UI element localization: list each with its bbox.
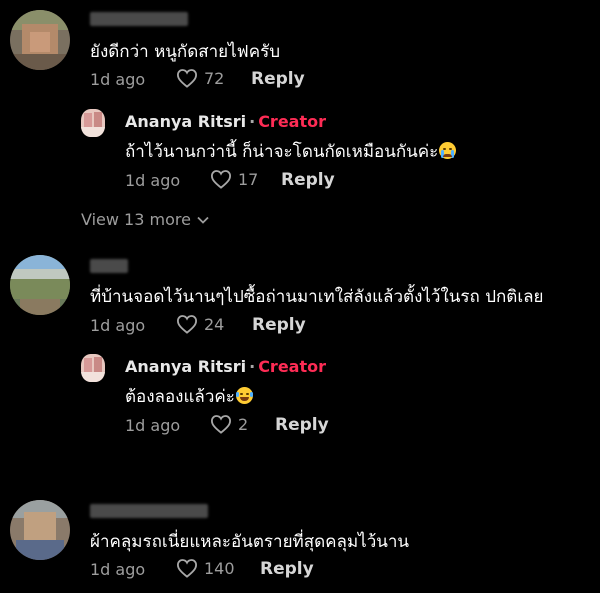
laughing-tears-emoji — [235, 387, 253, 404]
view-more-replies-button[interactable]: View 13 more — [81, 210, 209, 229]
reply-text: ถ้าไว้นานกว่านี้ ก็น่าจะโดนกัดเหมือนกันค… — [125, 142, 439, 162]
heart-icon — [210, 415, 232, 434]
comment-1: ยังดีกว่า หนูกัดสายไฟครับ 1d ago 72 Repl… — [0, 0, 600, 200]
reply-time: 1d ago — [125, 171, 181, 190]
name-separator: · — [249, 357, 256, 376]
reply-button[interactable]: Reply — [275, 415, 329, 435]
comment-text: ที่บ้านจอดไว้นานๆไปซื้อถ่านมาเทใส่ลังแล้… — [90, 287, 544, 307]
creator-badge: Creator — [258, 112, 326, 131]
like-button[interactable]: 24 — [176, 314, 224, 334]
chevron-down-icon — [197, 216, 209, 224]
creator-badge: Creator — [258, 357, 326, 376]
reply-like-button[interactable]: 17 — [210, 169, 258, 189]
view-more-label: View 13 more — [81, 210, 191, 229]
comment-2: ที่บ้านจอดไว้นานๆไปซื้อถ่านมาเทใส่ลังแล้… — [0, 245, 600, 445]
heart-icon — [176, 559, 198, 578]
commenter-name-blurred[interactable] — [90, 12, 188, 26]
reply-like-button[interactable]: 2 — [210, 414, 248, 434]
reply-button[interactable]: Reply — [281, 170, 335, 190]
reply-text: ต้องลองแล้วค่ะ — [125, 387, 235, 407]
commenter-name-blurred[interactable] — [90, 504, 208, 518]
reply-button[interactable]: Reply — [252, 315, 306, 335]
like-count: 2 — [238, 414, 249, 434]
creator-name-line: Ananya Ritsri · Creator — [125, 112, 326, 131]
creator-avatar[interactable] — [81, 109, 105, 137]
comment-3: ผ้าคลุมรถเนี่ยแหละอันตรายที่สุดคลุมไว้นา… — [0, 490, 600, 593]
like-count: 72 — [204, 68, 225, 88]
creator-name[interactable]: Ananya Ritsri — [125, 112, 246, 131]
comment-time: 1d ago — [90, 560, 146, 579]
name-separator: · — [249, 112, 256, 131]
commenter-avatar[interactable] — [10, 500, 70, 560]
creator-name-line: Ananya Ritsri · Creator — [125, 357, 326, 376]
reply-button[interactable]: Reply — [260, 559, 314, 579]
comment-time: 1d ago — [90, 316, 146, 335]
like-button[interactable]: 140 — [176, 558, 235, 578]
heart-icon — [176, 69, 198, 88]
like-count: 17 — [238, 169, 259, 189]
heart-icon — [176, 315, 198, 334]
like-count: 140 — [204, 558, 235, 578]
comment-text: ยังดีกว่า หนูกัดสายไฟครับ — [90, 42, 281, 62]
like-button[interactable]: 72 — [176, 68, 224, 88]
commenter-avatar[interactable] — [10, 10, 70, 70]
creator-name[interactable]: Ananya Ritsri — [125, 357, 246, 376]
reply-text-line: ถ้าไว้นานกว่านี้ ก็น่าจะโดนกัดเหมือนกันค… — [125, 138, 457, 165]
heart-icon — [210, 170, 232, 189]
reply-time: 1d ago — [125, 416, 181, 435]
reply-text-line: ต้องลองแล้วค่ะ — [125, 383, 253, 410]
crying-face-emoji — [439, 142, 457, 159]
like-count: 24 — [204, 314, 225, 334]
comment-time: 1d ago — [90, 70, 146, 89]
creator-avatar[interactable] — [81, 354, 105, 382]
commenter-avatar[interactable] — [10, 255, 70, 315]
comment-text: ผ้าคลุมรถเนี่ยแหละอันตรายที่สุดคลุมไว้นา… — [90, 532, 410, 552]
reply-button[interactable]: Reply — [251, 69, 305, 89]
commenter-name-blurred[interactable] — [90, 259, 128, 273]
